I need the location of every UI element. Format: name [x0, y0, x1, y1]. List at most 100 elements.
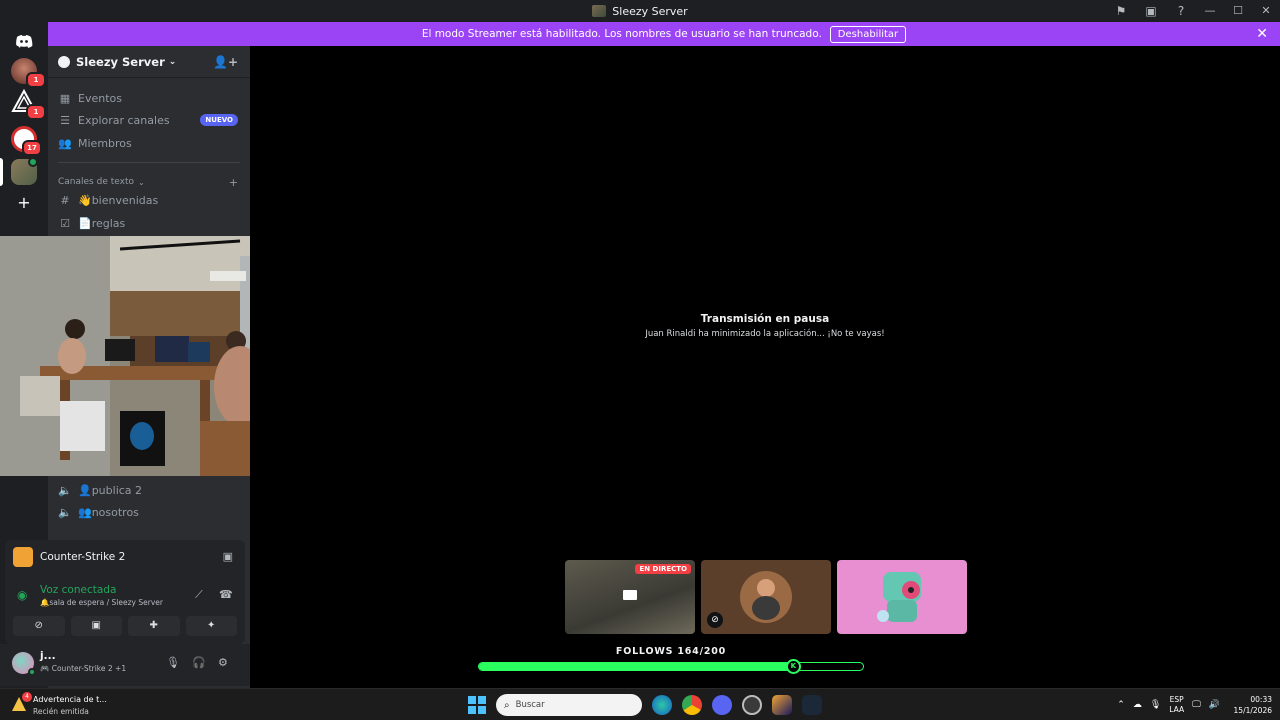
chevron-down-icon: ⌄: [138, 177, 145, 187]
voice-location[interactable]: 🔔sala de espera / Sleezy Server: [40, 598, 163, 607]
category-text-channels[interactable]: Canales de texto ⌄ +: [58, 176, 240, 189]
chevron-up-icon[interactable]: ⌃: [1117, 700, 1125, 710]
game-stream-icon[interactable]: ▣: [223, 550, 233, 563]
counter-strike-taskbar-icon[interactable]: [772, 695, 792, 715]
microphone-icon[interactable]: 🎙: [166, 656, 180, 669]
edge-icon[interactable]: [652, 695, 672, 715]
discord-window: Sleezy Server ⚑ ▣ ? — ☐ ✕ 1 1 17 + El mo…: [0, 0, 1280, 720]
windows-start-icon[interactable]: [468, 696, 486, 714]
username[interactable]: j...: [40, 650, 56, 662]
search-placeholder: Buscar: [515, 700, 545, 710]
server-1-badge: 1: [26, 72, 46, 88]
server-header[interactable]: Sleezy Server ⌄ 👤+: [48, 46, 250, 78]
activity-name: Counter-Strike 2: [40, 551, 126, 563]
participant-tile-stream[interactable]: EN DIRECTO: [565, 560, 695, 634]
steam-icon[interactable]: [802, 695, 822, 715]
streamer-mode-banner: El modo Streamer está habilitado. Los no…: [48, 22, 1280, 46]
stream-paused-heading: Transmisión en pausa: [700, 313, 830, 325]
participant-tiles: EN DIRECTO ⊘: [565, 560, 967, 634]
server-3-badge: 17: [22, 140, 42, 156]
language-code: ESP: [1169, 695, 1184, 704]
camera-off-button[interactable]: ⊘: [13, 616, 65, 636]
alert-subtitle: Recién emitida: [33, 707, 89, 716]
nav-browse-channels[interactable]: ☰ Explorar canales NUEVO: [58, 109, 240, 131]
members-icon: 👥: [58, 136, 72, 150]
activities-button[interactable]: ✚: [128, 616, 180, 636]
voice-action-buttons: ⊘ ▣ ✚ ✦: [13, 616, 237, 636]
share-screen-button[interactable]: ▣: [70, 616, 122, 636]
gear-icon[interactable]: ⚙: [218, 656, 228, 669]
microphone-icon[interactable]: 🎙: [1150, 700, 1161, 710]
nav-members[interactable]: 👥 Miembros: [58, 132, 240, 154]
network-icon[interactable]: 🖵: [1192, 700, 1201, 710]
voice-channel-publica-2[interactable]: 🔈 👤publica 2: [58, 479, 240, 501]
invite-people-icon[interactable]: 👤+: [213, 55, 238, 69]
close-banner-icon[interactable]: ✕: [1256, 26, 1268, 42]
inbox-flag-icon[interactable]: ⚑: [1114, 4, 1128, 18]
clock[interactable]: 00:33 15/1/2026: [1228, 694, 1272, 716]
disable-streamer-mode-button[interactable]: Deshabilitar: [829, 25, 907, 43]
follows-progress-bar: K: [478, 659, 864, 674]
discord-taskbar-icon[interactable]: [712, 695, 732, 715]
channel-label: 👥nosotros: [78, 505, 139, 519]
volume-icon[interactable]: 🔊: [1209, 700, 1220, 710]
title-bar-controls: ⚑ ▣ ? — ☐ ✕: [1106, 0, 1280, 22]
nav-events-label: Eventos: [78, 91, 122, 105]
voice-active-indicator: [28, 157, 38, 167]
server-2-badge: 1: [26, 104, 46, 120]
rules-checkbox-icon: ☑: [60, 216, 70, 230]
soundboard-button[interactable]: ✦: [185, 616, 237, 636]
voice-connected-label[interactable]: Voz conectada: [40, 584, 116, 596]
participant-avatar-image: [877, 572, 921, 622]
kick-logo-icon: K: [785, 659, 801, 674]
user-panel: j... 🎮 Counter-Strike 2 +1 🎙 🎧 ⚙: [0, 644, 250, 686]
app-icon[interactable]: [742, 695, 762, 715]
calendar-icon: ▦: [59, 91, 71, 105]
channel-reglas[interactable]: ☑ 📄reglas: [58, 212, 240, 234]
speaker-icon: 🔈: [58, 483, 72, 497]
muted-icon: ⊘: [707, 612, 723, 628]
window-title-text: Sleezy Server: [612, 4, 688, 18]
headphones-icon[interactable]: 🎧: [192, 656, 206, 669]
gamepad-icon: 🎮: [40, 664, 50, 673]
add-server-icon[interactable]: +: [11, 190, 37, 216]
voice-channel-nosotros[interactable]: 🔈 👥nosotros: [58, 501, 240, 523]
title-bar: Sleezy Server ⚑ ▣ ? — ☐ ✕: [0, 0, 1280, 22]
server-thumbnail-icon: [592, 5, 607, 17]
channel-bienvenidas[interactable]: # 👋bienvenidas: [58, 189, 240, 211]
discord-home-icon[interactable]: [11, 28, 37, 54]
user-activity-extra: +1: [115, 664, 127, 673]
follows-progress-fill: [479, 663, 794, 670]
browse-channels-icon: ☰: [60, 113, 70, 127]
nav-events[interactable]: ▦ Eventos: [58, 87, 240, 109]
chrome-icon[interactable]: [682, 695, 702, 715]
nav-browse-channels-label: Explorar canales: [78, 113, 170, 127]
close-window-button[interactable]: ✕: [1252, 0, 1280, 22]
window-title: Sleezy Server: [592, 4, 688, 18]
participant-tile-3[interactable]: [837, 560, 967, 634]
create-channel-icon[interactable]: +: [229, 176, 238, 189]
disconnect-icon[interactable]: ☎: [219, 588, 233, 601]
weather-alert-widget[interactable]: 4 Advertencia de t... Recién emitida: [12, 692, 132, 718]
minimize-button[interactable]: —: [1196, 0, 1224, 22]
channel-label: 📄reglas: [78, 216, 126, 230]
taskbar-search[interactable]: ⌕ Buscar: [496, 694, 642, 716]
chevron-down-icon: ⌄: [168, 56, 177, 67]
language-indicator[interactable]: ESP LAA: [1169, 695, 1184, 715]
noise-suppression-icon[interactable]: ⟋: [195, 588, 203, 602]
server-name: Sleezy Server: [76, 54, 165, 69]
help-icon[interactable]: ?: [1174, 4, 1188, 18]
live-badge: EN DIRECTO: [635, 564, 691, 574]
screen-share-icon[interactable]: ▣: [1144, 4, 1158, 18]
voice-status: ◉ Voz conectada 🔔sala de espera / Sleezy…: [5, 580, 245, 612]
activity-row[interactable]: Counter-Strike 2 ▣: [5, 540, 245, 574]
cloud-icon[interactable]: ☁: [1133, 700, 1142, 710]
hashtag-icon: #: [60, 193, 70, 207]
notification-count: 4: [22, 692, 32, 702]
category-label: Canales de texto: [58, 177, 134, 187]
participant-tile-2[interactable]: ⊘: [701, 560, 831, 634]
user-activity: 🎮 Counter-Strike 2 +1: [40, 664, 126, 673]
follows-goal-label: FOLLOWS 164/200: [615, 646, 727, 657]
channel-label: 👋bienvenidas: [78, 193, 159, 207]
maximize-button[interactable]: ☐: [1224, 0, 1252, 22]
